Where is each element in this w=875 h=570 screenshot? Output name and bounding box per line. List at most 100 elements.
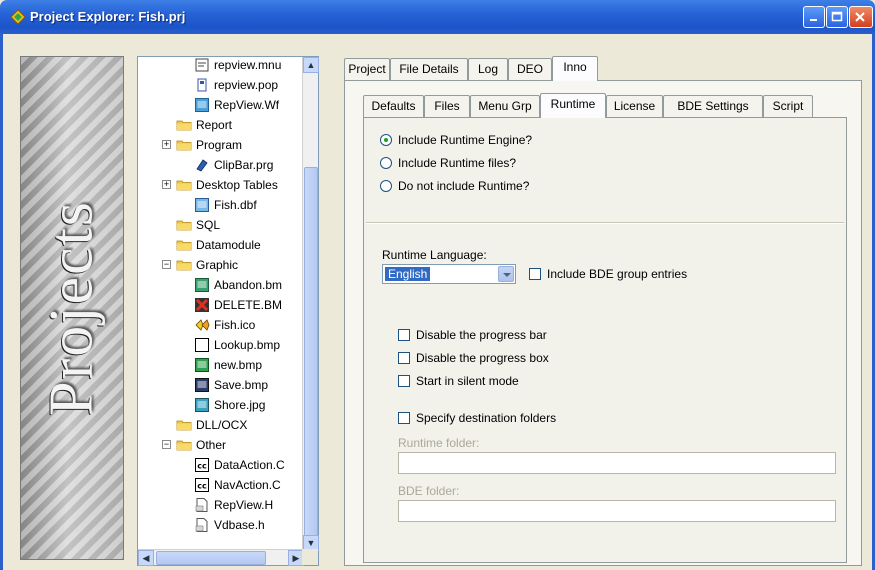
inno-tab-page: Defaults Files Menu Grp Runtime License … [344,80,862,566]
tab-bde-settings-label: BDE Settings [677,99,749,113]
bitmap-icon [195,278,209,292]
tab-deo[interactable]: DEO [508,58,552,80]
tree-item[interactable]: Abandon.bm [138,275,304,295]
tree-item[interactable]: cc DataAction.C [138,455,304,475]
tree-item-label: new.bmp [214,358,263,372]
banner-text: Projects [37,200,106,416]
tab-inno[interactable]: Inno [552,56,598,81]
tree-item[interactable]: Fish.dbf [138,195,304,215]
tab-runtime[interactable]: Runtime [540,93,606,118]
tree-item[interactable]: repview.pop [138,75,304,95]
tree-item[interactable]: Save.bmp [138,375,304,395]
tree-item-label: ClipBar.prg [214,158,274,172]
tree-item[interactable]: Report [138,115,304,135]
tree-item[interactable]: DELETE.BM [138,295,304,315]
tree-item[interactable]: repview.mnu [138,57,304,75]
maximize-button[interactable] [826,6,848,28]
delete-bitmap-icon [195,298,209,312]
tab-menu-grp[interactable]: Menu Grp [470,95,540,117]
title-bar[interactable]: Project Explorer: Fish.prj [0,0,875,34]
tab-project-label: Project [348,62,386,76]
tab-files[interactable]: Files [424,95,470,117]
vertical-scroll-thumb[interactable] [304,167,318,537]
expand-icon[interactable]: + [162,140,171,149]
tree-item[interactable]: + Desktop Tables [138,175,304,195]
minimize-button[interactable] [803,6,825,28]
tree-item[interactable]: RepView.H [138,495,304,515]
save-bitmap-icon [195,378,209,392]
tree-item[interactable]: + Program [138,135,304,155]
window-title: Project Explorer: Fish.prj [30,9,186,24]
checkbox [398,375,410,387]
radio-no-runtime-label: Do not include Runtime? [398,179,530,193]
tab-log[interactable]: Log [468,58,508,80]
folder-icon [176,440,192,451]
runtime-folder-field[interactable] [398,452,836,474]
image-file-icon [195,398,209,412]
radio-dot [380,157,392,169]
tree-item[interactable]: SQL [138,215,304,235]
tab-script[interactable]: Script [763,95,813,117]
tree-item-label: Fish.ico [214,318,256,332]
close-button[interactable] [849,6,873,28]
tree-item-label: NavAction.C [214,478,281,492]
folder-icon [176,240,192,251]
tree-item[interactable]: ClipBar.prg [138,155,304,175]
chevron-down-icon[interactable] [498,266,514,282]
menu-file-icon [195,58,209,72]
bde-folder-field[interactable] [398,500,836,522]
radio-include-runtime-engine-label: Include Runtime Engine? [398,133,533,147]
horizontal-scrollbar[interactable]: ◀ ▶ [138,549,304,566]
popup-file-icon [197,78,207,92]
tab-runtime-label: Runtime [550,97,596,111]
scroll-left-arrow[interactable]: ◀ [138,550,154,566]
tree-item[interactable]: RepView.Wf [138,95,304,115]
tree-item[interactable]: Datamodule [138,235,304,255]
expand-icon[interactable]: + [162,180,171,189]
scroll-up-arrow[interactable]: ▲ [303,57,319,73]
tree-item[interactable]: cc NavAction.C [138,475,304,495]
tree-item[interactable]: Vdbase.h [138,515,304,535]
check-include-bde-group-label: Include BDE group entries [547,267,688,281]
collapse-icon[interactable]: − [162,260,171,269]
tree-item-label: repview.pop [214,78,279,92]
tab-file-details[interactable]: File Details [390,58,468,80]
check-disable-progress-bar-label: Disable the progress bar [416,328,547,342]
inner-tab-strip: Defaults Files Menu Grp Runtime License … [363,93,857,118]
tab-defaults[interactable]: Defaults [363,95,424,117]
tab-menu-grp-label: Menu Grp [478,99,532,113]
collapse-icon[interactable]: − [162,440,171,449]
tree-item-label: Fish.dbf [214,198,257,212]
folder-icon [176,140,192,151]
tree-item[interactable]: Fish.ico [138,315,304,335]
app-icon [10,9,26,25]
program-file-icon [196,159,208,172]
tree-item-label: Abandon.bm [214,278,283,292]
tree-item[interactable]: Shore.jpg [138,395,304,415]
tree-item-label: Graphic [196,258,239,272]
tree-item[interactable]: new.bmp [138,355,304,375]
minimize-icon [810,19,817,21]
bde-folder-label: BDE folder: [398,484,460,498]
check-disable-progress-box-label: Disable the progress box [416,351,549,365]
tree-item[interactable]: Lookup.bmp [138,335,304,355]
tab-files-label: Files [434,99,460,113]
tree-item-label: DLL/OCX [196,418,248,432]
runtime-tab-page: Include Runtime Engine? Include Runtime … [363,117,847,563]
check-specify-destination-folders-label: Specify destination folders [416,411,557,425]
tree-item-label: repview.mnu [214,58,282,72]
tree-item[interactable]: − Other [138,435,304,455]
maximize-icon [831,11,843,22]
svg-text:cc: cc [197,482,207,491]
tree-item[interactable]: − Graphic [138,255,304,275]
runtime-language-select[interactable]: English [382,264,516,284]
vertical-scrollbar[interactable]: ▲ ▼ [302,57,319,551]
tree-item[interactable]: DLL/OCX [138,415,304,435]
horizontal-scroll-thumb[interactable] [156,551,266,565]
tree-item-label: RepView.Wf [214,98,280,112]
tab-bde-settings[interactable]: BDE Settings [663,95,763,117]
tab-license[interactable]: License [606,95,663,117]
tab-project[interactable]: Project [344,58,390,80]
details-panel: Project File Details Log DEO Inno Defaul… [334,56,864,566]
project-tree[interactable]: repview.mnu repview.pop RepView.Wf Report + P… [137,56,319,566]
